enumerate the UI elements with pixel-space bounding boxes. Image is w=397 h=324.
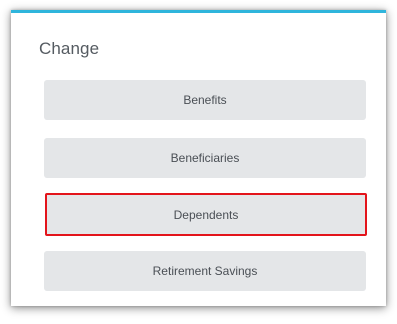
dependents-button[interactable]: Dependents (45, 193, 367, 236)
panel-title: Change (39, 39, 100, 58)
screenshot-stage: Change Benefits Beneficiaries Dependents… (0, 0, 397, 324)
benefits-button[interactable]: Benefits (44, 80, 366, 120)
change-panel: Change Benefits Beneficiaries Dependents… (11, 10, 386, 306)
beneficiaries-button[interactable]: Beneficiaries (44, 138, 366, 178)
retirement-savings-button[interactable]: Retirement Savings (44, 251, 366, 291)
